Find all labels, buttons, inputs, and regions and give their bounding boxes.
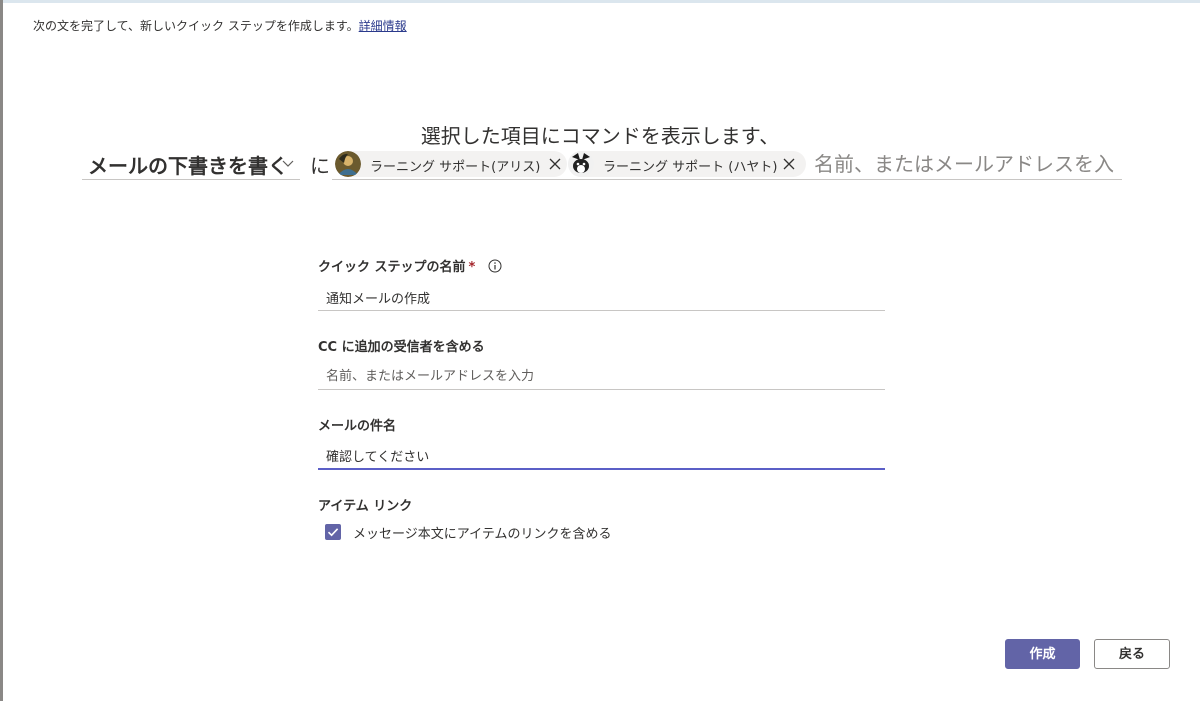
avatar bbox=[568, 151, 594, 177]
top-border bbox=[0, 0, 1200, 3]
action-dropdown-value: メールの下書きを書く bbox=[88, 154, 288, 178]
info-icon[interactable] bbox=[488, 259, 502, 273]
to-particle: に bbox=[310, 154, 330, 178]
recipient-chip[interactable]: ラーニング サポート(アリス) bbox=[335, 151, 567, 177]
recipient-name: ラーニング サポート (ハヤト) bbox=[603, 160, 778, 175]
subject-input[interactable] bbox=[326, 444, 866, 466]
name-field-label: クイック ステップの名前 * bbox=[318, 256, 502, 275]
item-link-checkbox[interactable] bbox=[325, 524, 341, 540]
cc-field[interactable] bbox=[318, 361, 885, 390]
required-mark: * bbox=[468, 260, 476, 275]
item-link-checkbox-label[interactable]: メッセージ本文にアイテムのリンクを含める bbox=[353, 523, 611, 542]
item-link-label: アイテム リンク bbox=[318, 499, 413, 514]
name-input[interactable] bbox=[326, 286, 866, 308]
recipient-field[interactable]: ラーニング サポート(アリス) ラーニング サポート (ハヤト) bbox=[332, 148, 1122, 180]
chevron-down-icon bbox=[282, 160, 294, 167]
close-icon[interactable] bbox=[781, 156, 797, 172]
subject-field[interactable] bbox=[318, 440, 885, 470]
left-border bbox=[0, 0, 3, 701]
name-field[interactable] bbox=[318, 282, 885, 311]
command-heading: 選択した項目にコマンドを表示します、 bbox=[420, 124, 780, 148]
command-sentence: メールの下書きを書く に ラーニング サポート(アリス) ラーニング サポート … bbox=[82, 148, 1122, 182]
action-dropdown[interactable]: メールの下書きを書く bbox=[82, 148, 300, 180]
subject-field-label: メールの件名 bbox=[318, 419, 397, 434]
intro-description: 次の文を完了して、新しいクイック ステップを作成します。 bbox=[33, 19, 359, 33]
back-button[interactable]: 戻る bbox=[1094, 639, 1170, 669]
cc-field-label: CC に追加の受信者を含める bbox=[318, 340, 485, 355]
intro-text: 次の文を完了して、新しいクイック ステップを作成します。詳細情報 bbox=[33, 17, 407, 34]
create-button[interactable]: 作成 bbox=[1005, 639, 1080, 669]
cc-input[interactable] bbox=[326, 365, 866, 387]
learn-more-link[interactable]: 詳細情報 bbox=[359, 19, 407, 33]
recipient-input[interactable] bbox=[812, 149, 1116, 179]
name-label-text: クイック ステップの名前 bbox=[318, 260, 466, 275]
checkmark-icon bbox=[327, 528, 339, 537]
avatar bbox=[335, 151, 361, 177]
close-icon[interactable] bbox=[547, 156, 563, 172]
recipient-name: ラーニング サポート(アリス) bbox=[370, 160, 541, 175]
recipient-chip[interactable]: ラーニング サポート (ハヤト) bbox=[568, 151, 806, 177]
